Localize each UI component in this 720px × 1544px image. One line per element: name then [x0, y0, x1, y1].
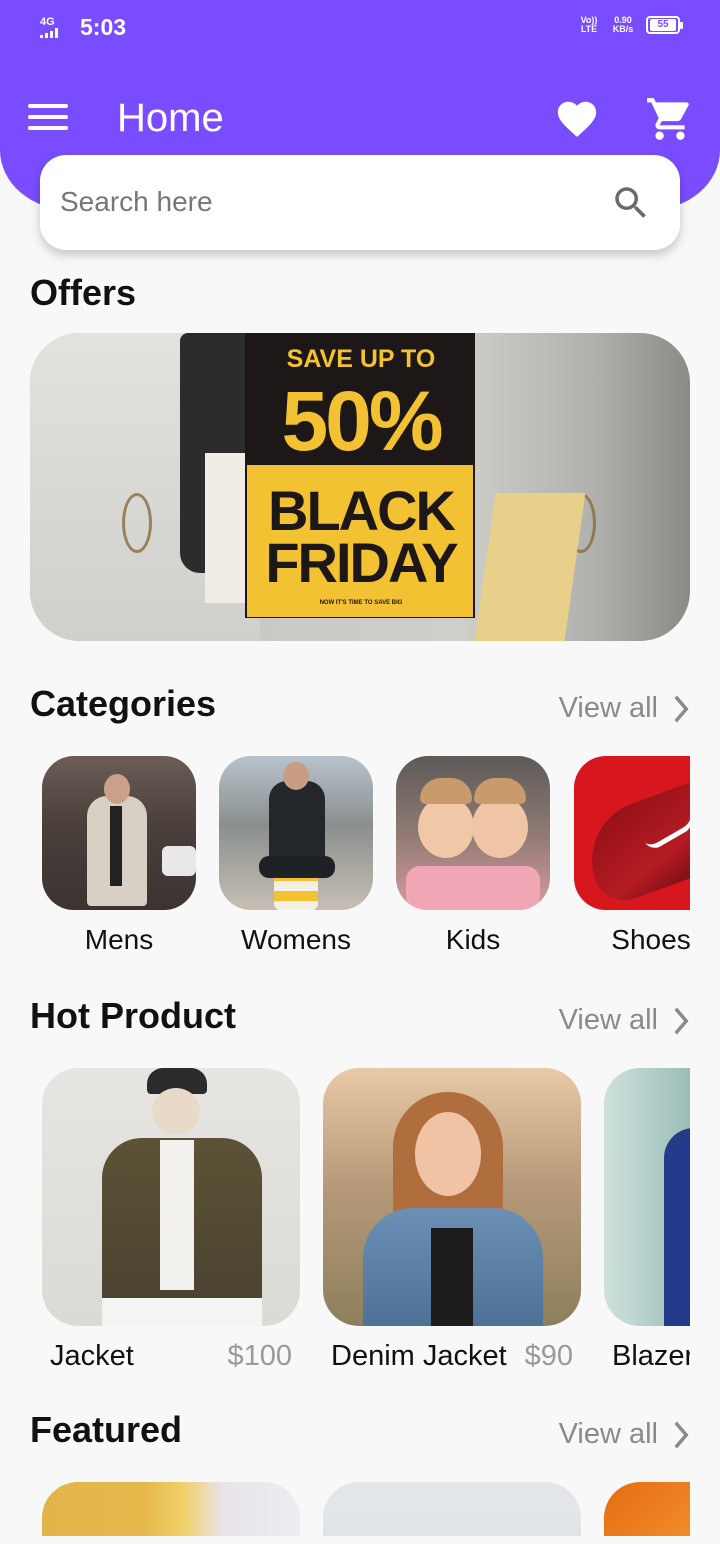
battery-level: 55: [650, 19, 676, 31]
category-label: Mens: [84, 924, 154, 955]
banner-percent: 50%: [281, 374, 443, 468]
search-input[interactable]: [60, 177, 600, 227]
search-icon[interactable]: [610, 182, 652, 224]
product-blazer-image: [604, 1068, 690, 1326]
category-kids[interactable]: Kids: [396, 756, 550, 956]
product-jacket-image: [42, 1068, 300, 1326]
product-card[interactable]: Blazer: [604, 1068, 690, 1378]
category-shoes[interactable]: Shoes: [574, 756, 690, 956]
status-right: Vo)) LTE 0.90 KB/s 55: [578, 15, 683, 34]
category-kids-image: [396, 756, 550, 910]
product-name: Jacket: [50, 1340, 134, 1372]
featured-list: [30, 1482, 690, 1536]
signal-icon: [40, 28, 72, 38]
menu-icon[interactable]: [28, 104, 68, 134]
category-mens-image: [42, 756, 196, 910]
featured-card[interactable]: [42, 1482, 300, 1536]
search-bar: [40, 155, 680, 250]
view-all-label: View all: [558, 1004, 658, 1036]
product-denim-jacket-image: [323, 1068, 581, 1326]
offers-title: Offers: [30, 272, 137, 313]
network-type: 4G: [40, 16, 55, 28]
product-name: Denim Jacket: [331, 1340, 507, 1372]
category-shoes-image: [574, 756, 690, 910]
banner-yellow-cloth: [474, 493, 586, 641]
hot-product-list: Jacket $100 Denim Jacket $90 Blazer: [30, 1068, 690, 1378]
chevron-right-icon: [674, 1007, 689, 1034]
product-info: Blazer: [604, 1340, 690, 1378]
hot-product-title: Hot Product: [30, 995, 236, 1036]
banner-small-text: NOW IT'S TIME TO SAVE BIG: [319, 600, 403, 606]
status-time: 5:03: [80, 14, 127, 40]
status-left: 4G 5:03: [40, 14, 126, 41]
category-label: Shoes: [611, 924, 690, 955]
offer-banner[interactable]: SAVE UP TO 50% BLACK FRIDAY NOW IT'S TIM…: [30, 333, 690, 641]
categories-list: Mens Womens Kids Shoes: [30, 756, 690, 966]
categories-title: Categories: [30, 683, 217, 724]
category-mens[interactable]: Mens: [42, 756, 196, 956]
featured-card[interactable]: [323, 1482, 581, 1536]
category-label: Womens: [241, 924, 351, 955]
category-womens[interactable]: Womens: [219, 756, 373, 956]
category-label: Kids: [445, 924, 501, 955]
category-womens-image: [219, 756, 373, 910]
chevron-right-icon: [674, 695, 689, 722]
favorites-heart-icon[interactable]: [554, 96, 600, 142]
banner-friday: FRIDAY: [265, 531, 458, 594]
product-price: $90: [524, 1340, 573, 1372]
featured-view-all[interactable]: View all: [559, 1418, 690, 1451]
volte-indicator: Vo)) LTE: [580, 15, 598, 34]
product-info: Denim Jacket $90: [323, 1340, 581, 1378]
product-price: $100: [227, 1340, 292, 1372]
chevron-right-icon: [674, 1421, 689, 1448]
page-title: Home: [117, 96, 224, 140]
network-indicator: 4G: [40, 17, 72, 38]
banner-save-text: SAVE UP TO: [286, 345, 436, 373]
view-all-label: View all: [558, 1418, 658, 1450]
product-card[interactable]: Jacket $100: [42, 1068, 300, 1378]
hot-product-view-all[interactable]: View all: [559, 1004, 690, 1037]
battery-icon: 55: [646, 16, 683, 34]
view-all-label: View all: [558, 692, 658, 724]
categories-view-all[interactable]: View all: [559, 692, 690, 725]
cart-icon[interactable]: [645, 94, 695, 144]
product-info: Jacket $100: [42, 1340, 300, 1378]
ornament-left: [122, 493, 152, 553]
product-name: Blazer: [612, 1340, 690, 1372]
featured-title: Featured: [30, 1409, 183, 1450]
status-bar: 4G 5:03 Vo)) LTE 0.90 KB/s 55: [0, 0, 720, 60]
product-card[interactable]: Denim Jacket $90: [323, 1068, 581, 1378]
app-bar: Home: [0, 80, 720, 160]
network-speed: 0.90 KB/s: [612, 15, 634, 34]
featured-card[interactable]: [604, 1482, 690, 1536]
